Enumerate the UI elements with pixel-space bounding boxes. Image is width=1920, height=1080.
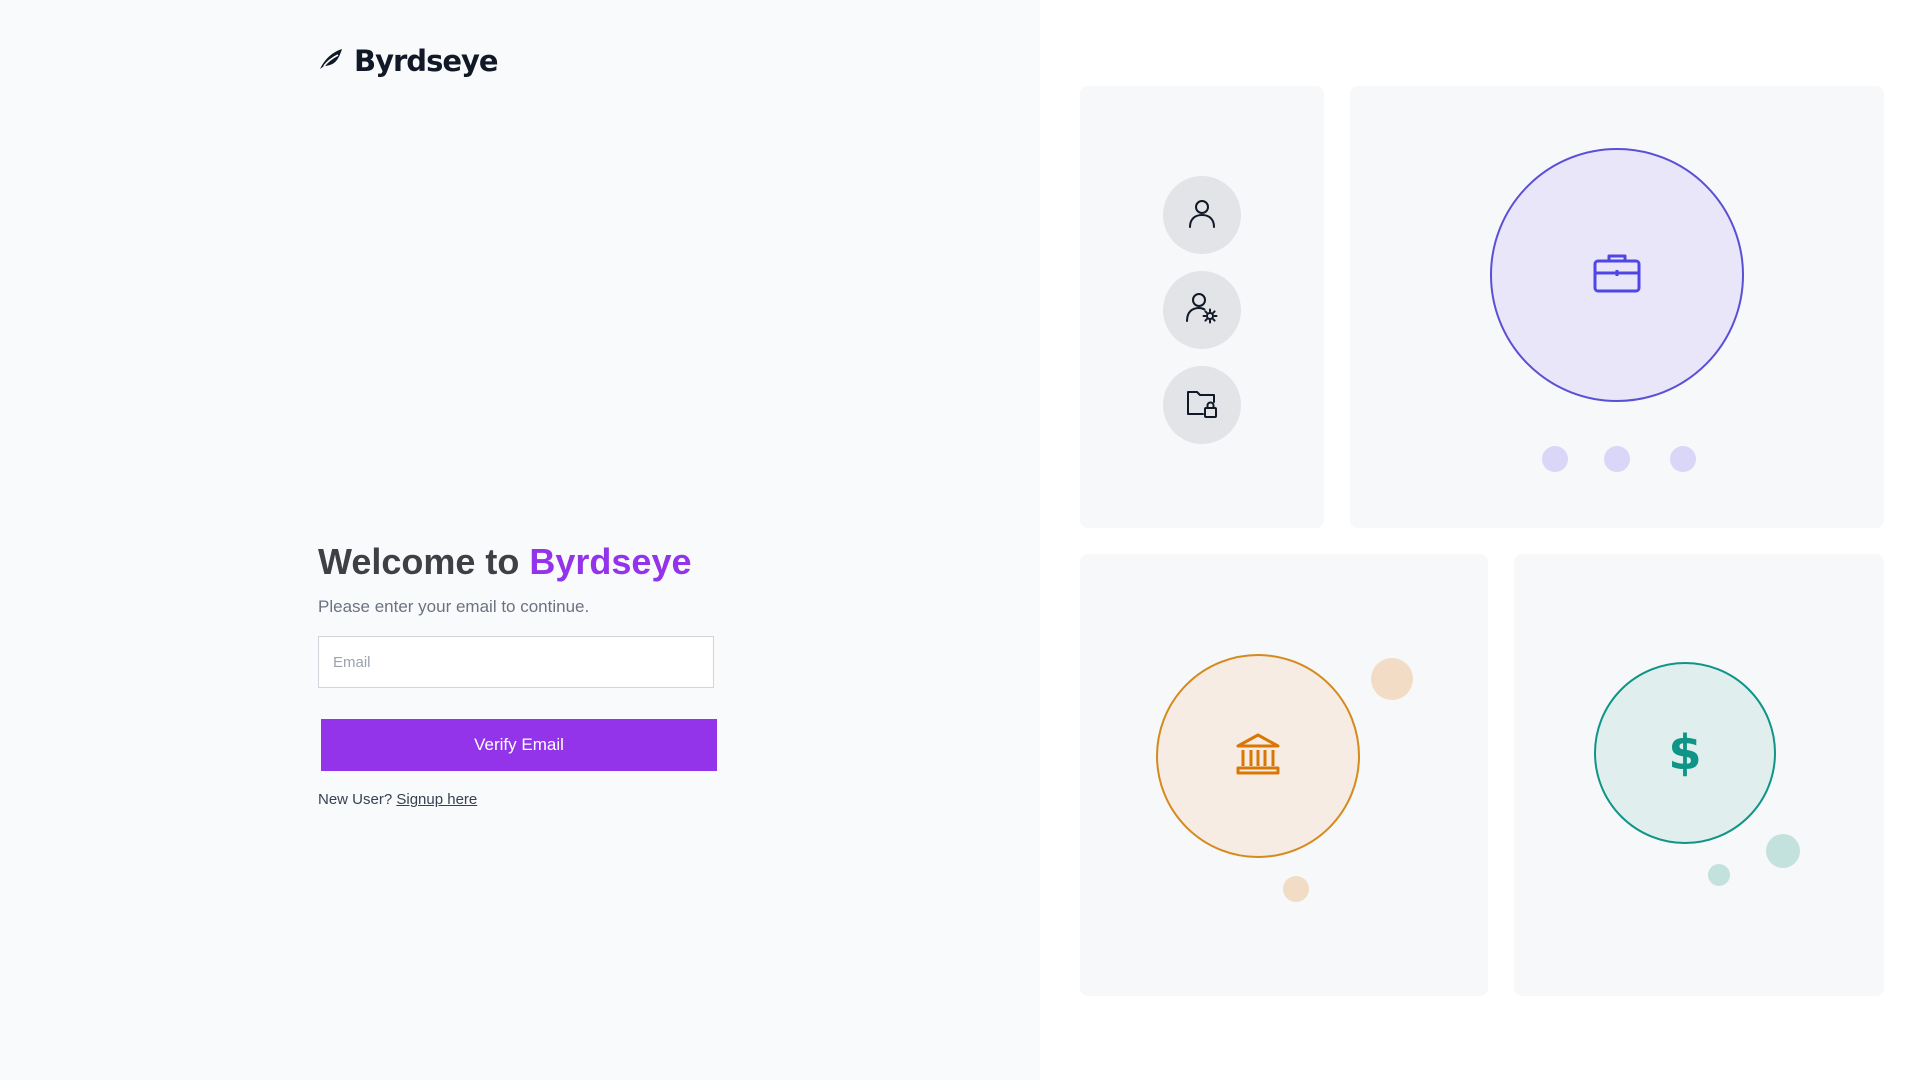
login-pane: Byrdseye Welcome to Byrdseye Please ente… <box>0 0 1040 1080</box>
logo-text: Byrdseye <box>354 44 499 78</box>
email-input[interactable] <box>318 636 714 688</box>
dollar-circle: $ <box>1594 662 1776 844</box>
title-prefix: Welcome to <box>318 541 520 582</box>
illustration-card-business <box>1350 86 1884 528</box>
decor-dot <box>1708 864 1730 886</box>
title-brand: Byrdseye <box>529 541 692 582</box>
bank-circle <box>1156 654 1360 858</box>
verify-email-button[interactable]: Verify Email <box>321 719 717 771</box>
illustration-card-finance: $ <box>1514 554 1884 996</box>
folder-lock-icon <box>1183 384 1221 427</box>
illustration-card-users <box>1080 86 1324 528</box>
bank-icon <box>1235 732 1281 781</box>
briefcase-circle <box>1490 148 1744 402</box>
login-form: Welcome to Byrdseye Please enter your em… <box>318 538 718 808</box>
illustration-card-bank <box>1080 554 1488 996</box>
signup-link[interactable]: Signup here <box>396 791 477 808</box>
user-settings-icon <box>1183 289 1221 332</box>
pager-dot <box>1542 446 1568 472</box>
brand-logo[interactable]: Byrdseye <box>318 44 499 78</box>
folder-lock-icon-circle <box>1163 366 1241 444</box>
dollar-icon: $ <box>1668 725 1702 781</box>
bird-icon <box>318 47 348 76</box>
decor-dot <box>1283 876 1309 902</box>
pager-dot <box>1670 446 1696 472</box>
decor-dot <box>1371 658 1413 700</box>
user-icon <box>1184 195 1220 236</box>
decor-dot <box>1766 834 1800 868</box>
new-user-text: New User? <box>318 791 393 808</box>
user-settings-icon-circle <box>1163 271 1241 349</box>
page-title: Welcome to Byrdseye <box>318 538 718 586</box>
page-subtitle: Please enter your email to continue. <box>318 597 590 616</box>
user-icon-circle <box>1163 176 1241 254</box>
signup-row: New User? Signup here <box>318 791 718 808</box>
briefcase-icon <box>1592 251 1642 300</box>
pager-dot <box>1604 446 1630 472</box>
